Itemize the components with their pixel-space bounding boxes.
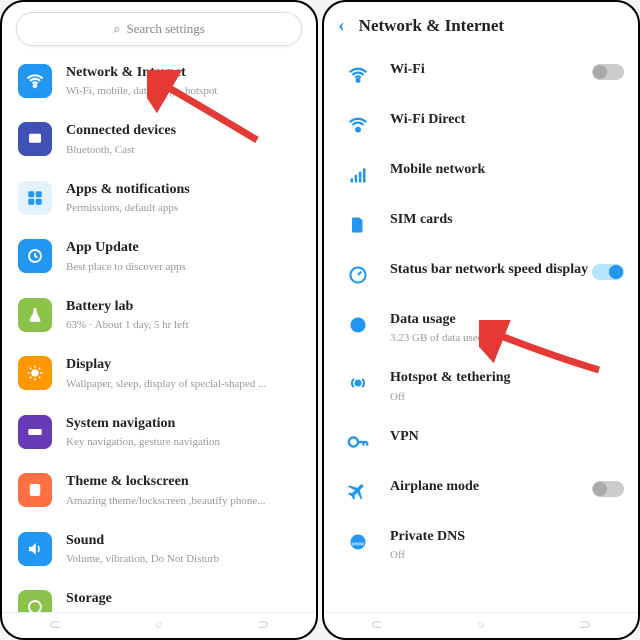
- item-apps-notifications[interactable]: Apps & notifications Permissions, default…: [2, 169, 316, 227]
- item-title: App Update: [66, 239, 302, 257]
- item-network-internet[interactable]: Network & Internet Wi-Fi, mobile, data us…: [2, 52, 316, 110]
- plane-icon: [348, 482, 368, 502]
- item-mobile-network[interactable]: Mobile network: [324, 149, 638, 199]
- wifi-icon: [25, 71, 45, 91]
- item-sub: Wi-Fi, mobile, data usage, hotspot: [66, 84, 302, 98]
- item-data-usage[interactable]: Data usage 3.23 GB of data used: [324, 299, 638, 357]
- speed-toggle[interactable]: [592, 264, 624, 280]
- item-sub: Off: [390, 548, 624, 562]
- dns-icon: www: [348, 532, 368, 552]
- wifi-direct-icon: [347, 114, 369, 136]
- settings-list: Network & Internet Wi-Fi, mobile, data us…: [2, 52, 316, 612]
- item-title: Apps & notifications: [66, 181, 302, 199]
- device-icon: [26, 130, 44, 148]
- item-sub: 3.23 GB of data used: [390, 331, 624, 345]
- hotspot-icon: [348, 373, 368, 393]
- nav-back-icon[interactable]: ⊂: [371, 617, 383, 634]
- network-list: Wi-Fi Wi-Fi Direct Mobile network SIM ca…: [324, 49, 638, 612]
- item-sub: Wallpaper, sleep, display of special-sha…: [66, 377, 302, 391]
- nav-back-icon[interactable]: ⊂: [49, 617, 61, 634]
- nav-bar: ⊂ ○ ⊃: [2, 612, 316, 638]
- item-sub: Permissions, default apps: [66, 201, 302, 215]
- item-title: System navigation: [66, 415, 302, 433]
- search-icon: ⌕: [113, 21, 120, 37]
- item-storage[interactable]: Storage90.94% used · 2.90 GB free: [2, 578, 316, 612]
- item-wifi[interactable]: Wi-Fi: [324, 49, 638, 99]
- phone-settings-main: ⌕ Search settings Network & Internet Wi-F…: [0, 0, 318, 640]
- airplane-toggle[interactable]: [592, 481, 624, 497]
- item-title: SIM cards: [390, 211, 624, 229]
- item-title: Storage: [66, 590, 302, 608]
- item-sim-cards[interactable]: SIM cards: [324, 199, 638, 249]
- header-title: Network & Internet: [359, 16, 504, 36]
- item-title: Private DNS: [390, 528, 624, 546]
- nav-recent-icon[interactable]: ⊃: [579, 617, 591, 634]
- item-app-update[interactable]: App Update Best place to discover apps: [2, 227, 316, 285]
- update-icon: [26, 247, 44, 265]
- apps-icon: [26, 189, 44, 207]
- item-vpn[interactable]: VPN: [324, 416, 638, 466]
- storage-icon: [26, 598, 44, 612]
- item-title: VPN: [390, 428, 624, 446]
- item-sub: 63% · About 1 day, 5 hr left: [66, 318, 302, 332]
- item-sub: Best place to discover apps: [66, 260, 302, 274]
- display-icon: [26, 364, 44, 382]
- item-title: Wi-Fi Direct: [390, 111, 624, 129]
- nav-icon: [26, 423, 44, 441]
- search-placeholder: Search settings: [126, 21, 204, 37]
- item-title: Battery lab: [66, 298, 302, 316]
- item-status-bar-speed[interactable]: Status bar network speed display: [324, 249, 638, 299]
- item-title: Status bar network speed display: [390, 261, 592, 279]
- item-sound[interactable]: Sound Volume, vibration, Do Not Disturb: [2, 520, 316, 578]
- item-title: Display: [66, 356, 302, 374]
- item-title: Wi-Fi: [390, 61, 592, 79]
- nav-bar: ⊂ ○ ⊃: [324, 612, 638, 638]
- item-sub: Amazing theme/lockscreen ,beautify phone…: [66, 494, 302, 508]
- item-title: Network & Internet: [66, 64, 302, 82]
- wifi-icon: [347, 64, 369, 86]
- search-bar[interactable]: ⌕ Search settings: [16, 12, 302, 46]
- item-title: Data usage: [390, 311, 624, 329]
- item-title: Sound: [66, 532, 302, 550]
- item-title: Theme & lockscreen: [66, 473, 302, 491]
- gauge-icon: [348, 265, 368, 285]
- item-connected-devices[interactable]: Connected devices Bluetooth, Cast: [2, 110, 316, 168]
- back-button[interactable]: ‹: [338, 14, 345, 37]
- signal-icon: [348, 165, 368, 185]
- item-battery-lab[interactable]: Battery lab 63% · About 1 day, 5 hr left: [2, 286, 316, 344]
- nav-recent-icon[interactable]: ⊃: [257, 617, 269, 634]
- theme-icon: [26, 481, 44, 499]
- sim-icon: [349, 215, 367, 235]
- item-title: Airplane mode: [390, 478, 592, 496]
- item-title: Mobile network: [390, 161, 624, 179]
- item-wifi-direct[interactable]: Wi-Fi Direct: [324, 99, 638, 149]
- data-icon: [348, 315, 368, 335]
- phone-network-internet: ‹ Network & Internet Wi-Fi Wi-Fi Direct …: [322, 0, 640, 640]
- item-title: Connected devices: [66, 122, 302, 140]
- item-airplane-mode[interactable]: Airplane mode: [324, 466, 638, 516]
- header: ‹ Network & Internet: [324, 2, 638, 49]
- svg-text:www: www: [351, 541, 365, 547]
- wifi-toggle[interactable]: [592, 64, 624, 80]
- item-sub: Volume, vibration, Do Not Disturb: [66, 552, 302, 566]
- vpn-icon: [347, 433, 369, 451]
- flask-icon: [26, 306, 44, 324]
- item-display[interactable]: Display Wallpaper, sleep, display of spec…: [2, 344, 316, 402]
- sound-icon: [26, 540, 44, 558]
- item-title: Hotspot & tethering: [390, 369, 624, 387]
- item-hotspot-tethering[interactable]: Hotspot & tethering Off: [324, 357, 638, 415]
- item-sub: Key navigation, gesture navigation: [66, 435, 302, 449]
- nav-home-icon[interactable]: ○: [155, 618, 163, 634]
- nav-home-icon[interactable]: ○: [477, 618, 485, 634]
- item-private-dns[interactable]: www Private DNS Off: [324, 516, 638, 574]
- item-sub: Bluetooth, Cast: [66, 143, 302, 157]
- item-sub: Off: [390, 390, 624, 404]
- item-system-navigation[interactable]: System navigation Key navigation, gesture…: [2, 403, 316, 461]
- item-theme-lockscreen[interactable]: Theme & lockscreen Amazing theme/lockscre…: [2, 461, 316, 519]
